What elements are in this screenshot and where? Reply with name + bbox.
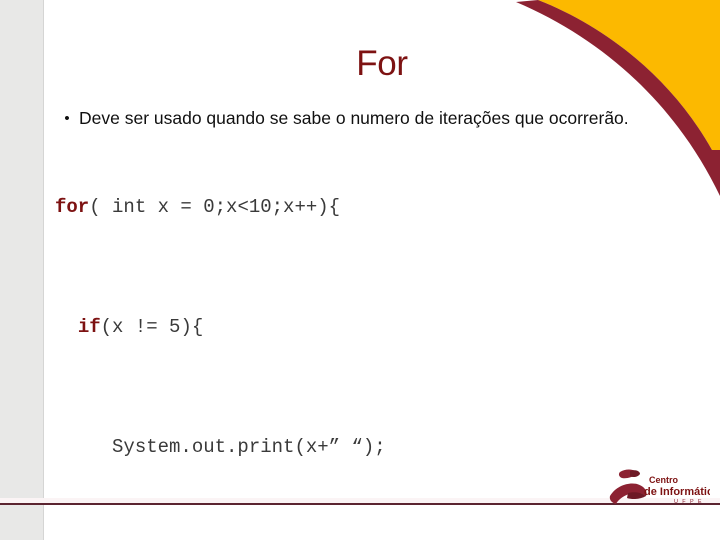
list-item: • Deve ser usado quando se sabe o numero… <box>55 106 705 131</box>
code-text-for: ( int x = 0;x<10;x++){ <box>89 196 341 218</box>
code-line-print: System.out.print(x+” “); <box>55 432 705 462</box>
cin-ufpe-logo: Centro de Informática U F P E <box>608 466 710 510</box>
code-text-if: (x != 5){ <box>100 316 204 338</box>
code-line-if: if(x != 5){ <box>55 312 705 342</box>
code-keyword-for: for <box>55 196 90 218</box>
bullet-icon: • <box>64 110 70 127</box>
code-text-print: System.out.print(x+” “); <box>112 436 386 458</box>
logo-line1: Centro <box>649 475 679 485</box>
cin-ufpe-logo-graphic: Centro de Informática U F P E <box>609 469 710 505</box>
page-title: For <box>356 44 408 83</box>
code-line-for: for( int x = 0;x<10;x++){ <box>55 192 705 222</box>
logo-line2: de Informática <box>644 486 710 498</box>
slide-root: For • Deve ser usado quando se sabe o nu… <box>0 0 720 540</box>
code-keyword-if: if <box>77 316 101 338</box>
logo-swoosh-icon <box>609 469 647 504</box>
left-gutter <box>0 0 44 540</box>
logo-line3: U F P E <box>674 499 703 505</box>
slide-canvas: For • Deve ser usado quando se sabe o nu… <box>44 0 720 540</box>
list-item-text: Deve ser usado quando se sabe o numero d… <box>79 108 629 128</box>
